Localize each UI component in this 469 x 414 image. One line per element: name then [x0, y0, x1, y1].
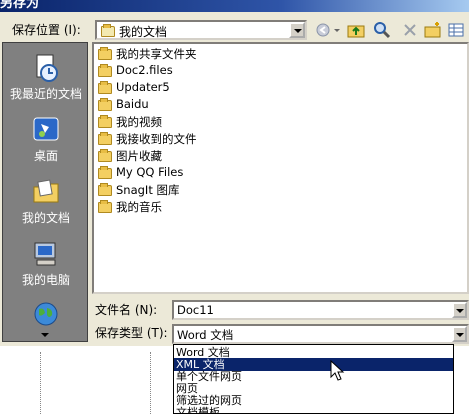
up-folder-icon[interactable]: [346, 20, 366, 40]
filetype-combo[interactable]: Word 文档: [172, 324, 469, 344]
page-margin-guide: [40, 352, 41, 414]
filename-input[interactable]: Doc11: [172, 300, 469, 320]
list-item-label: 图片收藏: [116, 149, 162, 163]
folder-icon: [98, 64, 112, 77]
save-in-combo[interactable]: 我的文档: [95, 20, 307, 40]
save-in-dropdown-arrow[interactable]: [289, 22, 305, 38]
list-item-label: Updater5: [116, 80, 170, 94]
network-globe-icon: [31, 299, 61, 329]
pictures-folder-icon: [98, 149, 112, 162]
filetype-dropdown-list[interactable]: Word 文档 XML 文档 单个文件网页 网页 筛选过的网页 文档模板: [173, 344, 454, 414]
title-bar[interactable]: 另存为: [0, 0, 469, 12]
dropdown-option[interactable]: 文档模板: [174, 406, 453, 413]
filename-value: Doc11: [177, 303, 214, 317]
place-my-computer[interactable]: 我的电脑: [3, 239, 87, 288]
place-network[interactable]: [3, 299, 87, 331]
list-item-label: 我的视频: [116, 115, 162, 129]
folder-icon: [98, 115, 112, 128]
list-item-label: My QQ Files: [116, 165, 184, 179]
window-title: 另存为: [0, 0, 40, 11]
folder-icon: [98, 81, 112, 94]
recent-documents-icon: [31, 53, 61, 83]
delete-icon[interactable]: [400, 20, 420, 40]
my-computer-icon: [31, 239, 61, 269]
my-documents-icon: [31, 177, 61, 207]
list-item-label: 我的音乐: [116, 200, 162, 214]
new-folder-icon[interactable]: [423, 20, 443, 40]
folder-icon: [98, 132, 112, 145]
place-label: 桌面: [33, 149, 58, 163]
my-documents-small-icon: [101, 24, 115, 37]
list-item-label: SnagIt 图库: [116, 183, 180, 197]
list-item-label: Baidu: [116, 97, 149, 111]
music-folder-icon: [98, 200, 112, 213]
place-label: 我的电脑: [21, 273, 70, 287]
mouse-cursor-icon: [330, 360, 345, 381]
folder-icon: [98, 183, 112, 196]
filetype-label: 保存类型 (T):: [95, 326, 168, 340]
place-desktop[interactable]: 桌面: [3, 115, 87, 164]
folder-icon: [98, 166, 112, 179]
list-item-label: 我接收到的文件: [116, 132, 197, 146]
place-label: 我的文档: [21, 211, 70, 225]
places-scroll-down-icon[interactable]: [41, 333, 49, 337]
file-list[interactable]: 我的共享文件夹 Doc2.files Updater5 Baidu 我的视频 我…: [92, 42, 469, 294]
search-icon[interactable]: [372, 20, 392, 40]
filetype-dropdown-arrow[interactable]: [452, 326, 467, 342]
places-bar: 我最近的文档 桌面 我的文档 我的电脑: [2, 42, 88, 342]
list-item-label: 我的共享文件夹: [116, 47, 197, 61]
back-dropdown-icon[interactable]: [332, 20, 342, 40]
save-in-value: 我的文档: [119, 25, 168, 39]
shared-folder-icon: [98, 47, 112, 60]
filename-dropdown-arrow[interactable]: [452, 302, 467, 318]
page-margin-guide: [150, 352, 151, 414]
place-my-documents[interactable]: 我的文档: [3, 177, 87, 226]
filetype-value: Word 文档: [177, 328, 234, 342]
save-in-label: 保存位置 (I):: [12, 23, 81, 37]
views-icon[interactable]: [446, 20, 466, 40]
folder-icon: [98, 98, 112, 111]
desktop-icon: [31, 115, 61, 145]
place-label: 我最近的文档: [9, 87, 82, 101]
list-item-label: Doc2.files: [116, 63, 173, 77]
back-arrow-icon[interactable]: [314, 20, 334, 40]
filename-label: 文件名 (N):: [95, 303, 158, 317]
place-recent-documents[interactable]: 我最近的文档: [3, 53, 87, 102]
